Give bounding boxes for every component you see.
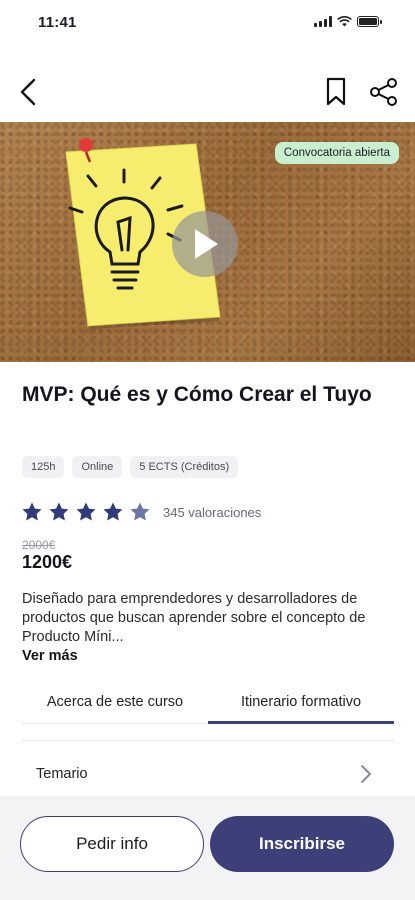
star-icon	[103, 502, 123, 521]
signal-icon	[314, 16, 332, 27]
tag-credits: 5 ECTS (Créditos)	[130, 456, 239, 478]
status-bar: 11:41	[0, 0, 415, 44]
wifi-icon	[337, 16, 352, 27]
tag-modality: Online	[72, 456, 123, 478]
course-description: Diseñado para emprendedores y desarrolla…	[22, 591, 366, 645]
star-icon	[130, 502, 150, 521]
tag-duration: 125h	[22, 456, 65, 478]
bottom-action-bar: Pedir info Inscribirse	[0, 796, 415, 900]
status-icons	[314, 16, 382, 27]
share-icon	[370, 78, 397, 106]
status-chip: Convocatoria abierta	[274, 142, 399, 164]
tab-about-course[interactable]: Acerca de este curso	[22, 680, 208, 723]
star-icon	[49, 502, 69, 521]
syllabus-row[interactable]: Temario	[22, 752, 394, 796]
old-price: 2000€	[22, 538, 56, 552]
course-rating: 345 valoraciones	[20, 500, 261, 524]
course-title: MVP: Qué es y Cómo Crear el Tuyo	[22, 383, 372, 406]
current-price: 1200€	[22, 552, 73, 572]
top-nav	[0, 70, 415, 116]
ratings-count: 345 valoraciones	[163, 504, 262, 520]
play-video-button[interactable]	[172, 211, 238, 277]
share-button[interactable]	[364, 74, 404, 110]
enroll-button[interactable]: Inscribirse	[210, 816, 394, 872]
back-button[interactable]	[10, 74, 46, 110]
status-time: 11:41	[38, 14, 77, 31]
request-info-button[interactable]: Pedir info	[20, 816, 204, 872]
star-icon	[76, 502, 96, 521]
read-more-link[interactable]: Ver más	[22, 648, 78, 664]
chevron-left-icon	[20, 78, 36, 106]
tab-training-path[interactable]: Itinerario formativo	[208, 680, 394, 724]
bookmark-icon	[326, 77, 346, 106]
bookmark-button[interactable]	[318, 74, 354, 110]
divider	[22, 740, 394, 741]
play-icon	[195, 229, 218, 259]
battery-icon	[357, 16, 382, 27]
course-hero-image: Convocatoria abierta	[0, 122, 415, 362]
course-tags: 125h Online 5 ECTS (Créditos)	[22, 456, 239, 478]
course-tabs: Acerca de este curso Itinerario formativ…	[22, 680, 394, 724]
syllabus-label: Temario	[36, 766, 88, 782]
star-icon	[22, 502, 42, 521]
chevron-right-icon	[361, 765, 371, 783]
